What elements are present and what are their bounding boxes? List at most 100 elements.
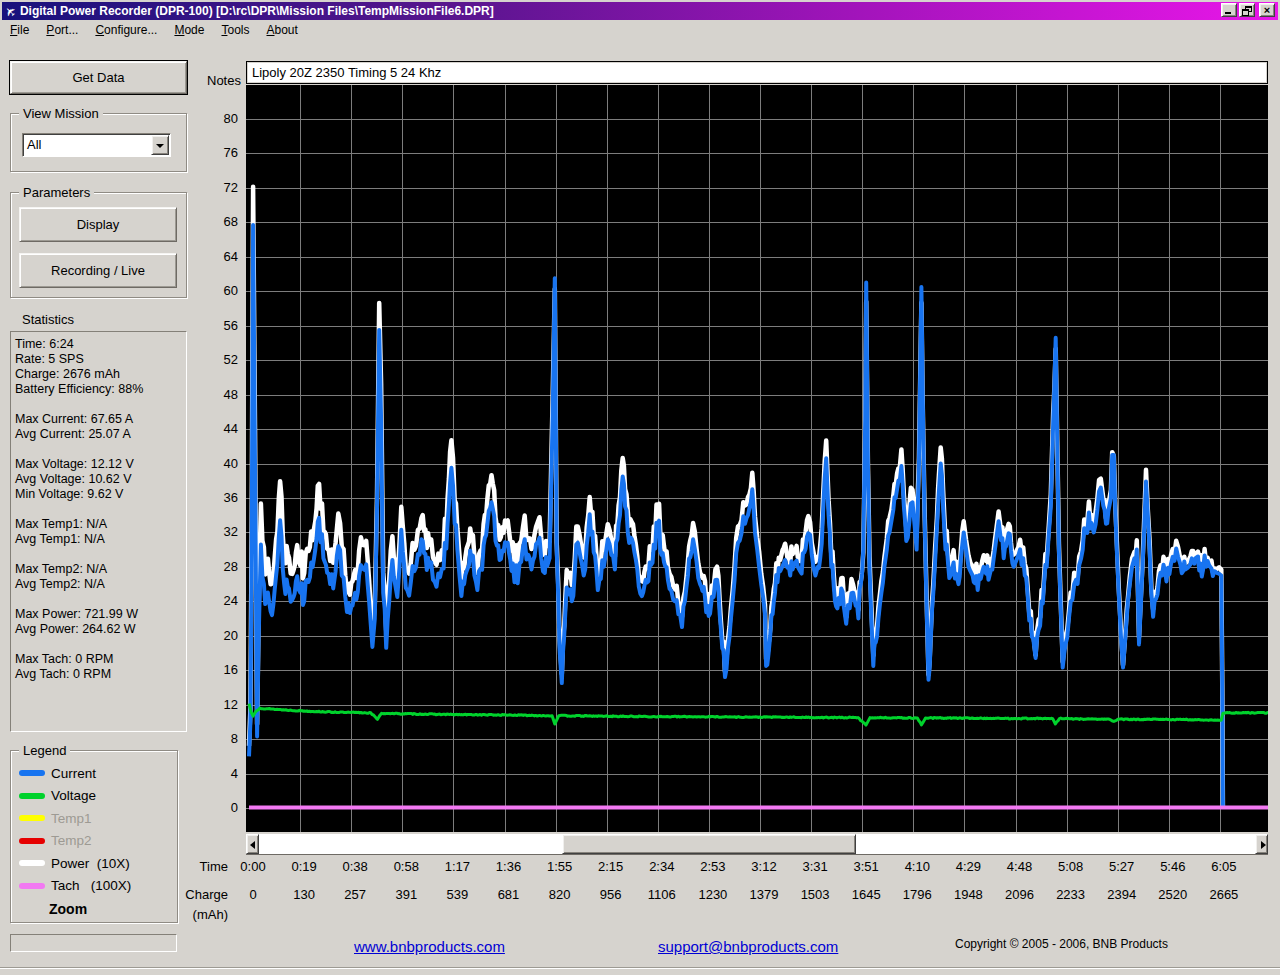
statistics-line: Battery Efficiency: 88% — [15, 382, 186, 397]
statistics-line: Max Voltage: 12.12 V — [15, 457, 186, 472]
scroll-left-button[interactable] — [246, 834, 259, 854]
legend-swatch — [19, 770, 45, 776]
recording-live-button[interactable]: Recording / Live — [19, 253, 177, 288]
statistics-line — [15, 442, 186, 457]
arrow-left-icon — [250, 841, 255, 849]
y-tick-label: 20 — [204, 628, 238, 643]
title-bar: ✈ Digital Power Recorder (DPR-100) [D:\r… — [2, 2, 1278, 20]
menu-tools[interactable]: Tools — [214, 21, 259, 39]
menu-file[interactable]: File — [3, 21, 39, 39]
y-tick-label: 12 — [204, 697, 238, 712]
legend-swatch — [19, 838, 45, 844]
legend-swatch — [19, 793, 45, 799]
minimize-icon — [1225, 12, 1231, 14]
time-tick-label: 1:55 — [538, 859, 582, 874]
statistics-line: Avg Power: 264.62 W — [15, 622, 186, 637]
menu-configure[interactable]: Configure... — [88, 21, 167, 39]
time-tick-label: 2:34 — [640, 859, 684, 874]
statistics-line: Max Temp2: N/A — [15, 562, 186, 577]
view-mission-label: View Mission — [19, 106, 103, 121]
time-tick-label: 3:31 — [793, 859, 837, 874]
legend-item-current[interactable]: Current — [11, 762, 177, 785]
time-tick-label: 2:15 — [589, 859, 633, 874]
display-button[interactable]: Display — [19, 207, 177, 242]
y-tick-label: 56 — [204, 318, 238, 333]
y-tick-label: 44 — [204, 421, 238, 436]
get-data-button[interactable]: Get Data — [10, 61, 187, 94]
scrollbar-thumb[interactable] — [562, 834, 856, 854]
statistics-line: Avg Tach: 0 RPM — [15, 667, 186, 682]
charge-tick-label: 1503 — [793, 887, 837, 902]
legend-group: Legend CurrentVoltageTemp1Temp2Power (10… — [10, 750, 178, 923]
charge-tick-label: 2394 — [1100, 887, 1144, 902]
chart-plot-area[interactable] — [246, 85, 1268, 832]
statistics-line: Rate: 5 SPS — [15, 352, 186, 367]
restore-icon — [1245, 6, 1252, 12]
legend-item-temp1[interactable]: Temp1 — [11, 807, 177, 830]
zoom-label[interactable]: Zoom — [49, 897, 177, 917]
statistics-line — [15, 637, 186, 652]
time-tick-label: 3:12 — [742, 859, 786, 874]
y-tick-label: 32 — [204, 524, 238, 539]
legend-item-label: Temp2 — [51, 833, 92, 848]
legend-item-tach[interactable]: Tach (100X) — [11, 875, 177, 898]
charge-tick-label: 1948 — [946, 887, 990, 902]
charge-tick-label: 2233 — [1049, 887, 1093, 902]
statistics-line: Max Current: 67.65 A — [15, 412, 186, 427]
charge-tick-label: 1379 — [742, 887, 786, 902]
statistics-label: Statistics — [22, 312, 74, 327]
support-email-link[interactable]: support@bnbproducts.com — [658, 938, 838, 955]
legend-item-power[interactable]: Power (10X) — [11, 852, 177, 875]
charge-tick-label: 1106 — [640, 887, 684, 902]
mission-select-value: All — [27, 137, 41, 152]
legend-item-temp2[interactable]: Temp2 — [11, 830, 177, 853]
y-tick-label: 52 — [204, 352, 238, 367]
y-tick-label: 4 — [204, 766, 238, 781]
statistics-line: Avg Temp1: N/A — [15, 532, 186, 547]
notes-input[interactable]: Lipoly 20Z 2350 Timing 5 24 Khz — [246, 61, 1268, 84]
chart-horizontal-scrollbar[interactable] — [246, 834, 1268, 855]
time-tick-label: 0:58 — [384, 859, 428, 874]
menu-port[interactable]: Port... — [39, 21, 88, 39]
y-tick-label: 68 — [204, 214, 238, 229]
current-trace — [249, 225, 1223, 808]
scroll-right-button[interactable] — [1255, 834, 1268, 854]
window-bottom-edge — [0, 968, 1280, 969]
time-tick-label: 5:46 — [1151, 859, 1195, 874]
y-tick-label: 48 — [204, 387, 238, 402]
y-tick-label: 28 — [204, 559, 238, 574]
time-tick-label: 3:51 — [844, 859, 888, 874]
mission-select[interactable]: All — [22, 133, 171, 157]
time-tick-label: 5:27 — [1100, 859, 1144, 874]
time-tick-label: 4:29 — [946, 859, 990, 874]
charge-tick-label: 820 — [538, 887, 582, 902]
menu-about[interactable]: About — [259, 21, 307, 39]
legend-item-label: Tach (100X) — [51, 878, 131, 893]
menu-mode[interactable]: Mode — [167, 21, 214, 39]
time-tick-label: 0:00 — [231, 859, 275, 874]
time-tick-label: 0:38 — [333, 859, 377, 874]
restore-button[interactable] — [1239, 3, 1255, 17]
y-tick-label: 60 — [204, 283, 238, 298]
menu-bar: FilePort...Configure...ModeToolsAbout — [3, 21, 308, 39]
charge-tick-label: 956 — [589, 887, 633, 902]
charge-tick-label: 391 — [384, 887, 428, 902]
legend-item-voltage[interactable]: Voltage — [11, 785, 177, 808]
legend-item-label: Voltage — [51, 788, 96, 803]
time-tick-label: 1:17 — [435, 859, 479, 874]
charge-tick-label: 539 — [435, 887, 479, 902]
y-tick-label: 16 — [204, 662, 238, 677]
charge-tick-label: 1796 — [895, 887, 939, 902]
charge-tick-label: 130 — [282, 887, 326, 902]
minimize-button[interactable] — [1221, 3, 1237, 17]
legend-label: Legend — [19, 743, 70, 758]
chevron-down-icon — [156, 144, 164, 148]
voltage-trace — [249, 704, 1268, 726]
statistics-line: Max Temp1: N/A — [15, 517, 186, 532]
mission-select-dropdown-button[interactable] — [151, 135, 169, 155]
time-tick-label: 2:53 — [691, 859, 735, 874]
close-button[interactable]: × — [1259, 3, 1275, 17]
y-tick-label: 24 — [204, 593, 238, 608]
website-link[interactable]: www.bnbproducts.com — [354, 938, 505, 955]
statistics-line: Max Power: 721.99 W — [15, 607, 186, 622]
